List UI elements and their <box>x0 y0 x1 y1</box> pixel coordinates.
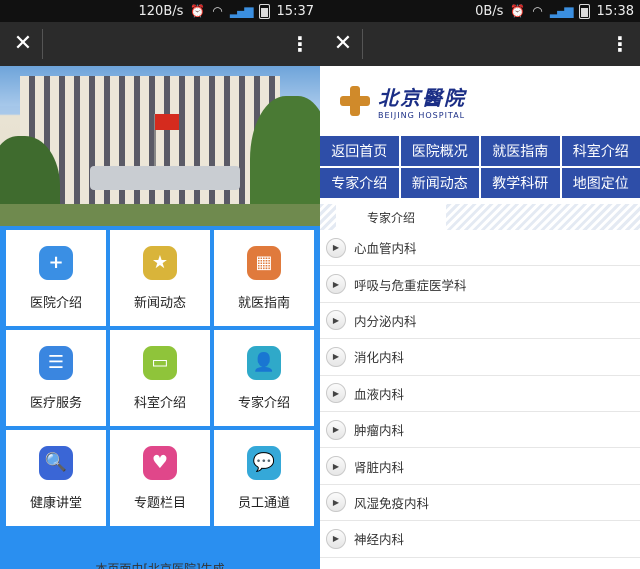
department-item[interactable]: ▶ 消化内科 <box>320 339 640 376</box>
search-icon: 🔍 <box>39 445 73 480</box>
nav-item[interactable]: 医院概况 <box>400 136 479 166</box>
menu-tile[interactable]: ☰ 医疗服务 <box>6 330 106 426</box>
browser-toolbar: ✕ ⋮ <box>0 22 320 66</box>
more-menu-icon[interactable]: ⋮ <box>610 32 630 56</box>
clock: 15:38 <box>596 3 634 19</box>
right-screen: 0B/s ⏰ ◠ ▂▄▆ 15:38 ✕ ⋮ 北京醫院 BEIJING HOSP… <box>320 0 640 569</box>
heart-icon: ♥ <box>143 445 177 480</box>
alarm-icon: ⏰ <box>190 4 206 18</box>
battery-icon <box>258 3 270 19</box>
menu-tile-label: 医疗服务 <box>29 395 82 411</box>
play-arrow-icon: ▶ <box>326 237 346 258</box>
menu-tile-label: 专家介绍 <box>237 395 290 411</box>
network-speed: 120B/s <box>138 3 184 19</box>
wifi-icon: ◠ <box>212 4 223 18</box>
site-nav: 返回首页 医院概况 就医指南 科室介绍专家介绍 新闻动态 教学科研 地图定位 <box>320 136 640 198</box>
play-arrow-icon: ▶ <box>326 310 346 331</box>
nav-item[interactable]: 地图定位 <box>561 168 640 198</box>
nav-item[interactable]: 科室介绍 <box>561 136 640 166</box>
menu-grid: + 医院介绍 ★ 新闻动态 ▦ 就医指南 ☰ 医疗服务 ▭ 科室介绍 👤 专家介绍 🔍 健康讲堂 ♥ 专题栏目… <box>3 230 317 526</box>
chat-icon: 💬 <box>247 445 281 480</box>
menu-tile-label: 健康讲堂 <box>29 495 82 511</box>
nav-item[interactable]: 就医指南 <box>481 136 560 166</box>
nav-item[interactable]: 新闻动态 <box>400 168 479 198</box>
department-item[interactable]: ▶ 肾脏内科 <box>320 448 640 485</box>
department-item[interactable]: ▶ 呼吸与危重症医学科 <box>320 266 640 303</box>
section-header: 专家介绍 <box>320 204 640 230</box>
department-list: ▶ 心血管内科 ▶ 呼吸与危重症医学科 ▶ 内分泌内科 ▶ 消化内科 ▶ 血液内科 ▶ 肿瘤内科 ▶ 肾脏… <box>320 230 640 558</box>
department-name: 肾脏内科 <box>354 459 405 475</box>
hospital-logo-icon <box>340 86 370 116</box>
department-item[interactable]: ▶ 心血管内科 <box>320 230 640 267</box>
menu-tile[interactable]: 💬 员工通道 <box>214 430 314 526</box>
plus-icon: + <box>39 245 73 280</box>
wifi-icon: ◠ <box>532 4 543 18</box>
menu-tile-label: 新闻动态 <box>133 295 186 311</box>
footer-note: 本页面由[北京医院]生成 <box>95 562 225 569</box>
department-item[interactable]: ▶ 肿瘤内科 <box>320 411 640 449</box>
department-name: 内分泌内科 <box>354 313 417 329</box>
toolbar-divider <box>42 29 43 59</box>
menu-tile[interactable]: ★ 新闻动态 <box>110 230 210 326</box>
play-arrow-icon: ▶ <box>326 419 346 440</box>
menu-tile[interactable]: 👤 专家介绍 <box>214 330 314 426</box>
department-name: 神经内科 <box>354 532 405 548</box>
hospital-logo[interactable]: 北京醫院 BEIJING HOSPITAL <box>378 82 466 120</box>
more-menu-icon[interactable]: ⋮ <box>290 32 310 56</box>
nav-item[interactable]: 返回首页 <box>320 136 399 166</box>
status-bar: 120B/s ⏰ ◠ ▂▄▆ 15:37 <box>0 0 320 22</box>
nav-item[interactable]: 教学科研 <box>481 168 560 198</box>
person-icon: 👤 <box>247 345 281 380</box>
list-icon: ☰ <box>39 345 73 380</box>
toolbar-divider <box>362 29 363 59</box>
menu-grid-panel: + 医院介绍 ★ 新闻动态 ▦ 就医指南 ☰ 医疗服务 ▭ 科室介绍 👤 专家介绍 🔍 健康讲堂 ♥ 专题栏目… <box>0 226 320 569</box>
department-name: 消化内科 <box>354 350 405 366</box>
menu-tile[interactable]: ▦ 就医指南 <box>214 230 314 326</box>
play-arrow-icon: ▶ <box>326 456 346 477</box>
department-name: 血液内科 <box>354 386 405 402</box>
section-title: 专家介绍 <box>336 204 446 230</box>
department-name: 呼吸与危重症医学科 <box>354 277 467 293</box>
star-icon: ★ <box>143 245 177 280</box>
department-item[interactable]: ▶ 风湿免疫内科 <box>320 484 640 522</box>
department-item[interactable]: ▶ 内分泌内科 <box>320 302 640 340</box>
logo-english-name: BEIJING HOSPITAL <box>378 111 466 120</box>
network-speed: 0B/s <box>475 3 504 19</box>
play-arrow-icon: ▶ <box>326 492 346 513</box>
close-icon[interactable]: ✕ <box>10 22 36 66</box>
grid-icon: ▦ <box>247 245 281 280</box>
signal-icon: ▂▄▆ <box>549 4 574 18</box>
clock: 15:37 <box>276 3 314 19</box>
menu-tile-label: 科室介绍 <box>133 395 186 411</box>
site-header: 北京醫院 BEIJING HOSPITAL <box>320 66 640 136</box>
status-bar: 0B/s ⏰ ◠ ▂▄▆ 15:38 <box>320 0 640 22</box>
menu-tile-label: 员工通道 <box>237 495 290 511</box>
play-arrow-icon: ▶ <box>326 528 346 549</box>
department-name: 心血管内科 <box>354 241 417 257</box>
department-name: 肿瘤内科 <box>354 423 405 439</box>
card-icon: ▭ <box>143 345 177 380</box>
menu-tile[interactable]: ♥ 专题栏目 <box>110 430 210 526</box>
left-screen: 120B/s ⏰ ◠ ▂▄▆ 15:37 ✕ ⋮ + 医院介绍 ★ 新闻动态 ▦ 就医指南… <box>0 0 320 569</box>
close-icon[interactable]: ✕ <box>330 22 356 66</box>
menu-tile[interactable]: 🔍 健康讲堂 <box>6 430 106 526</box>
browser-toolbar: ✕ ⋮ <box>320 22 640 66</box>
play-arrow-icon: ▶ <box>326 274 346 295</box>
menu-tile[interactable]: + 医院介绍 <box>6 230 106 326</box>
menu-tile-label: 医院介绍 <box>29 295 82 311</box>
play-arrow-icon: ▶ <box>326 346 346 367</box>
hospital-banner-image <box>0 66 320 226</box>
menu-tile[interactable]: ▭ 科室介绍 <box>110 330 210 426</box>
nav-item[interactable]: 专家介绍 <box>320 168 399 198</box>
logo-chinese-name: 北京醫院 <box>378 86 466 110</box>
department-item[interactable]: ▶ 血液内科 <box>320 375 640 412</box>
department-item[interactable]: ▶ 神经内科 <box>320 521 640 558</box>
department-name: 风湿免疫内科 <box>354 495 430 511</box>
alarm-icon: ⏰ <box>510 4 526 18</box>
menu-tile-label: 专题栏目 <box>133 495 186 511</box>
menu-tile-label: 就医指南 <box>237 295 290 311</box>
play-arrow-icon: ▶ <box>326 383 346 404</box>
signal-icon: ▂▄▆ <box>229 4 254 18</box>
battery-icon <box>578 3 590 19</box>
